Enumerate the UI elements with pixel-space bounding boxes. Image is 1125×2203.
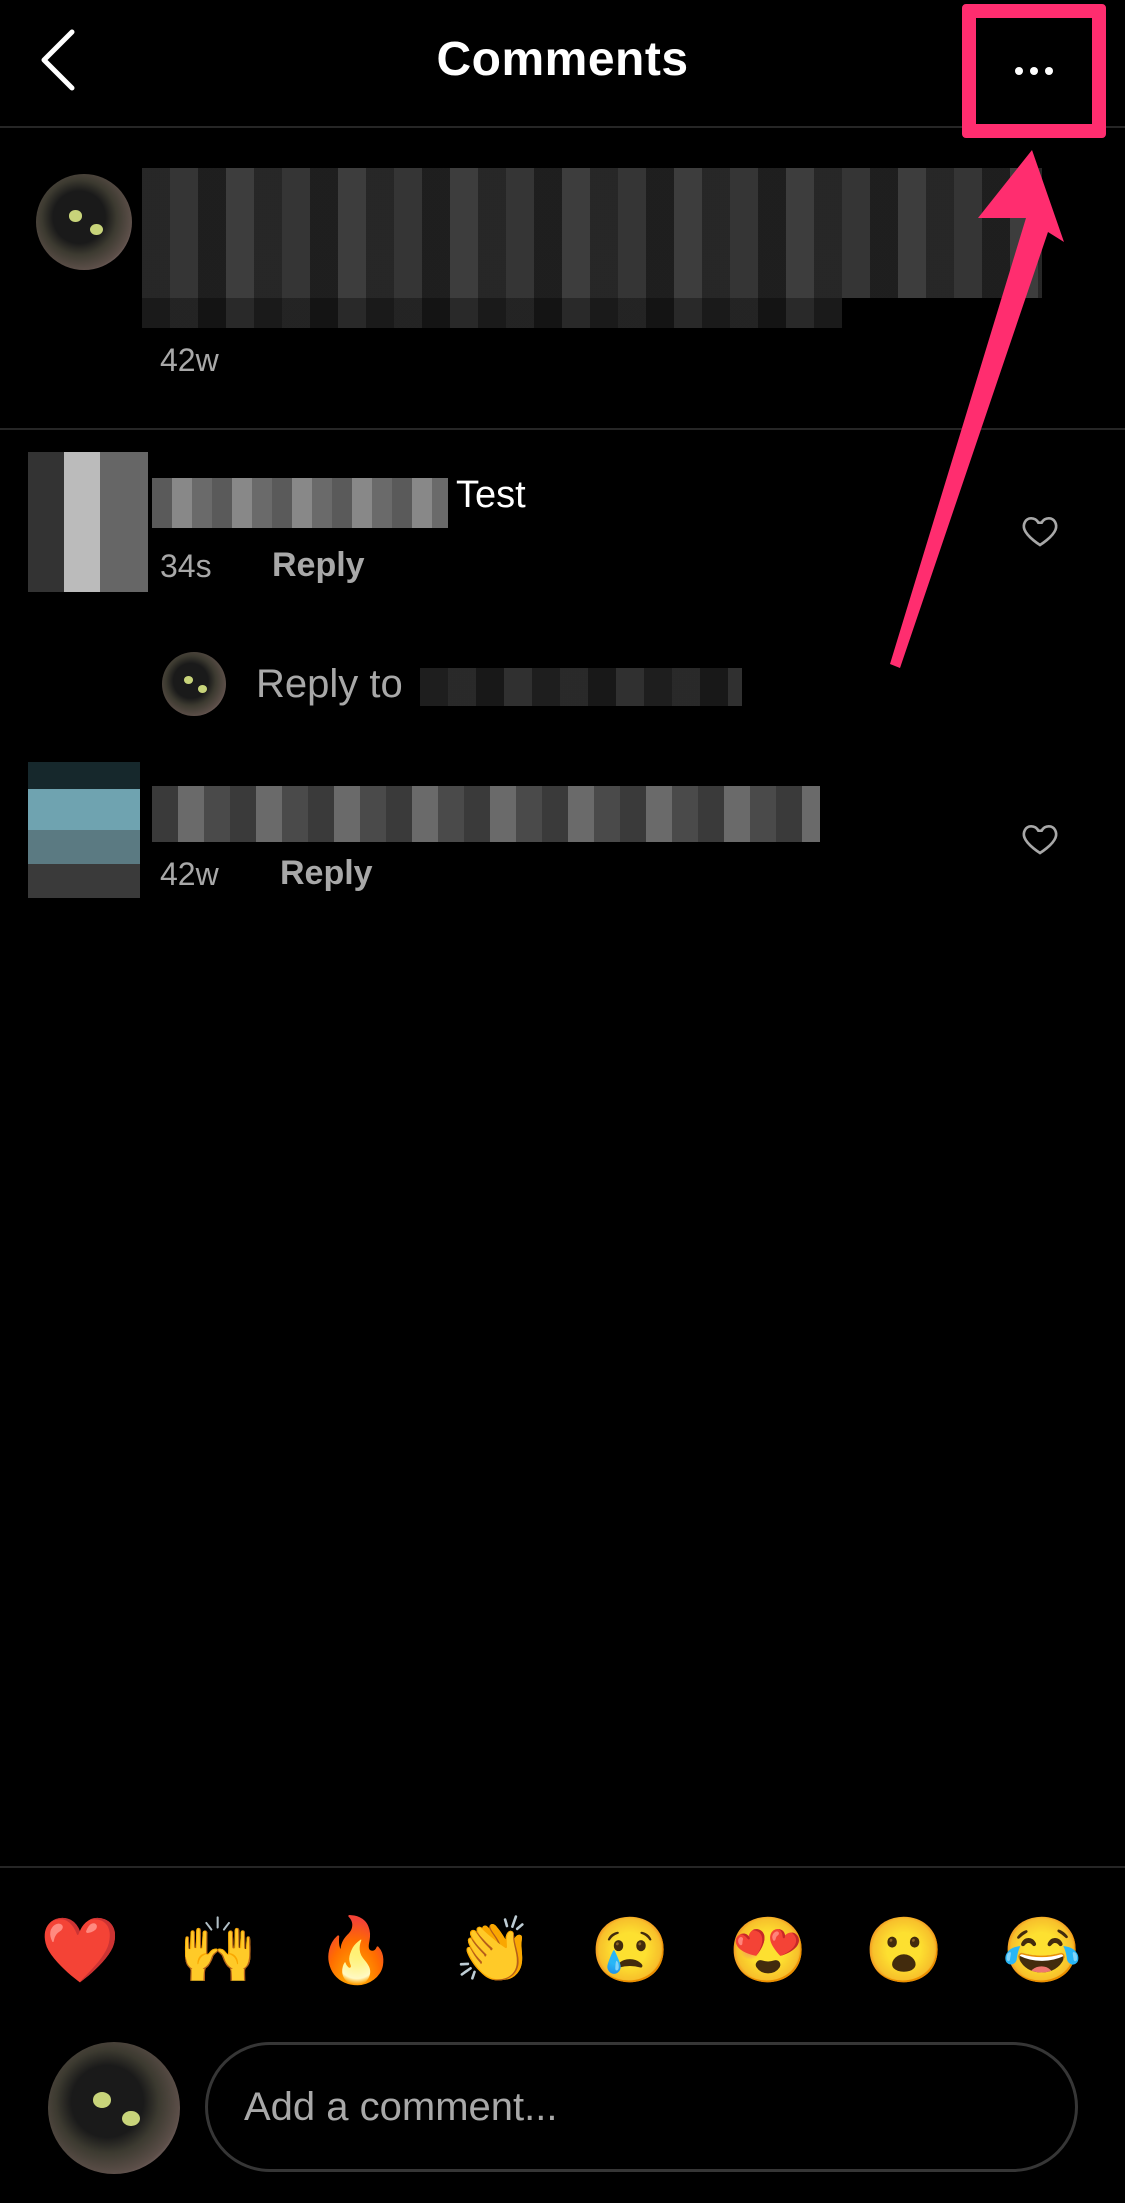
reply-target-name — [420, 668, 742, 706]
reaction-surprised-face[interactable]: 😮 — [864, 1910, 944, 1990]
reply-to-label: Reply to — [256, 662, 403, 706]
caption-author-avatar[interactable] — [36, 174, 132, 270]
reply-button[interactable]: Reply — [272, 546, 365, 585]
comment-time: 42w — [160, 856, 219, 892]
comment-time: 34s — [160, 548, 212, 584]
heart-outline-icon[interactable] — [1020, 510, 1060, 550]
reaction-heart-eyes[interactable]: 😍 — [728, 1910, 808, 1990]
divider — [0, 1866, 1125, 1868]
comment-input-container[interactable] — [205, 2042, 1078, 2172]
reaction-red-heart[interactable]: ❤️ — [40, 1910, 120, 1990]
caption-text-blurred-line — [142, 298, 842, 328]
caption-time: 42w — [160, 342, 219, 378]
comment-author-avatar[interactable] — [28, 452, 148, 592]
reaction-raising-hands[interactable]: 🙌 — [178, 1910, 258, 1990]
heart-outline-icon[interactable] — [1020, 818, 1060, 858]
post-caption: 42w — [0, 130, 1125, 430]
reaction-tears-of-joy[interactable]: 😂 — [1002, 1910, 1082, 1990]
reaction-fire[interactable]: 🔥 — [316, 1910, 396, 1990]
more-horizontal-icon — [1015, 67, 1053, 75]
page-title: Comments — [436, 33, 689, 86]
comment-text-blurred — [152, 786, 820, 842]
comment-author-avatar[interactable] — [28, 762, 140, 898]
more-options-button[interactable] — [962, 4, 1106, 138]
reaction-clapping-hands[interactable]: 👏 — [454, 1910, 534, 1990]
my-avatar-small — [162, 652, 226, 716]
reaction-crying-face[interactable]: 😢 — [590, 1910, 670, 1990]
quick-reactions-bar: ❤️ 🙌 🔥 👏 😢 😍 😮 😂 — [0, 1910, 1125, 1990]
caption-text-blurred — [142, 168, 1042, 298]
header-bar: Comments — [0, 0, 1125, 128]
comment-text: Test — [456, 474, 526, 516]
comment-input[interactable] — [244, 2045, 1044, 2169]
reply-button[interactable]: Reply — [280, 854, 373, 893]
my-avatar — [48, 2042, 180, 2174]
comment-author-name[interactable] — [152, 478, 448, 528]
